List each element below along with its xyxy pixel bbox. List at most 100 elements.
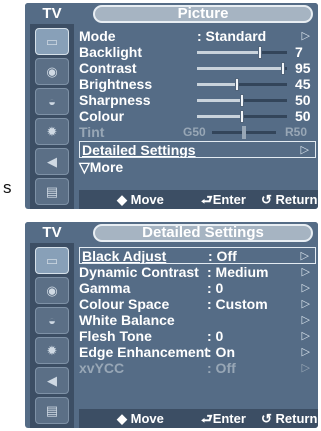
brightness-value: 45 — [295, 76, 311, 92]
sharpness-value: 50 — [295, 92, 311, 108]
flesh-tone-value: : 0 — [207, 328, 224, 344]
right-arrow-icon: ▷ — [301, 282, 310, 294]
colour-row[interactable]: Colour 50 — [79, 108, 316, 124]
right-arrow-icon: ▷ — [301, 330, 310, 342]
sound-icon[interactable]: ◉ — [35, 58, 69, 85]
right-arrow-icon: ▷ — [301, 266, 310, 278]
tv-label: TV — [42, 5, 62, 22]
sharpness-row[interactable]: Sharpness 50 — [79, 92, 316, 108]
slider-knob[interactable] — [242, 126, 246, 139]
tint-label: Tint — [79, 124, 105, 140]
dynamic-contrast-row[interactable]: Dynamic Contrast : Medium ▷ — [79, 264, 316, 280]
brightness-label: Brightness — [79, 76, 153, 92]
more-label: ▽More — [79, 159, 124, 175]
colour-slider[interactable] — [197, 110, 287, 123]
white-balance-row[interactable]: White Balance ▷ — [79, 312, 316, 328]
more-row[interactable]: ▽More — [79, 159, 316, 175]
xvycc-row[interactable]: xvYCC : Off ▷ — [79, 360, 316, 376]
colour-space-label: Colour Space — [79, 296, 170, 312]
mode-value: : Standard — [197, 28, 267, 44]
help-bar: ◆ Move ⮐Enter ↺ Return — [79, 190, 318, 209]
sound-icon[interactable]: ◉ — [35, 277, 69, 304]
tint-g-value: G50 — [183, 125, 206, 139]
channel-icon[interactable]: ◒ — [35, 88, 69, 115]
contrast-slider[interactable] — [197, 62, 287, 75]
black-adjust-label: Black Adjust — [82, 248, 167, 264]
right-arrow-icon: ▷ — [301, 314, 310, 326]
right-arrow-icon: ▷ — [301, 362, 310, 374]
flesh-tone-label: Flesh Tone — [79, 328, 152, 344]
backlight-row[interactable]: Backlight 7 — [79, 44, 316, 60]
brightness-row[interactable]: Brightness 45 — [79, 76, 316, 92]
tint-r-value: R50 — [285, 125, 308, 139]
application-icon[interactable]: ▤ — [35, 178, 69, 205]
black-adjust-value: : Off — [208, 248, 237, 264]
contrast-row[interactable]: Contrast 95 — [79, 60, 316, 76]
tint-row[interactable]: Tint G50 R50 — [79, 124, 316, 140]
backlight-value: 7 — [295, 44, 303, 60]
menu-title: Detailed Settings — [93, 224, 313, 242]
colour-space-row[interactable]: Colour Space : Custom ▷ — [79, 296, 316, 312]
gamma-row[interactable]: Gamma : 0 ▷ — [79, 280, 316, 296]
detailed-settings-label: Detailed Settings — [82, 142, 196, 158]
detailed-settings-menu: TV Detailed Settings ▭ ◉ ◒ ✹ ◀ ▤ Black A… — [25, 222, 318, 428]
dynamic-contrast-label: Dynamic Contrast — [79, 264, 199, 280]
gamma-label: Gamma — [79, 280, 131, 296]
sharpness-slider[interactable] — [197, 94, 287, 107]
category-icons: ▭ ◉ ◒ ✹ ◀ ▤ — [30, 24, 74, 209]
mode-label: Mode — [79, 28, 116, 44]
dynamic-contrast-value: : Medium — [207, 264, 269, 280]
input-icon[interactable]: ◀ — [35, 367, 69, 394]
contrast-label: Contrast — [79, 60, 137, 76]
edge-enhancement-label: Edge Enhancement — [79, 344, 209, 360]
picture-icon[interactable]: ▭ — [35, 28, 69, 55]
channel-icon[interactable]: ◒ — [35, 307, 69, 334]
enter-hint: ⮐Enter — [201, 411, 246, 426]
setup-icon[interactable]: ✹ — [35, 118, 69, 145]
xvycc-label: xvYCC — [79, 360, 125, 376]
menu-title: Picture — [93, 5, 313, 23]
right-arrow-icon: ▷ — [301, 298, 310, 310]
move-hint: ◆ Move — [117, 192, 164, 207]
move-hint: ◆ Move — [117, 411, 164, 426]
detailed-settings-list: Black Adjust : Off ▷ Dynamic Contrast : … — [79, 247, 316, 397]
gamma-value: : 0 — [207, 280, 224, 296]
tint-slider[interactable] — [212, 126, 276, 139]
colour-value: 50 — [295, 108, 311, 124]
sharpness-label: Sharpness — [79, 92, 151, 108]
application-icon[interactable]: ▤ — [35, 397, 69, 424]
setup-icon[interactable]: ✹ — [35, 337, 69, 364]
slider-knob[interactable] — [258, 46, 262, 59]
colour-label: Colour — [79, 108, 125, 124]
white-balance-label: White Balance — [79, 312, 175, 328]
picture-settings-list: Mode : Standard ▷ Backlight 7 Contrast 9… — [79, 28, 316, 178]
right-arrow-icon: ▷ — [300, 144, 309, 156]
detailed-settings-row[interactable]: Detailed Settings ▷ — [79, 141, 316, 158]
return-hint: ↺ Return — [261, 192, 318, 207]
return-hint: ↺ Return — [261, 411, 318, 426]
input-icon[interactable]: ◀ — [35, 148, 69, 175]
right-arrow-icon: ▷ — [301, 30, 310, 42]
side-label: s — [3, 178, 12, 197]
mode-row[interactable]: Mode : Standard ▷ — [79, 28, 316, 44]
slider-knob[interactable] — [281, 62, 285, 75]
slider-knob[interactable] — [240, 94, 244, 107]
edge-enhancement-row[interactable]: Edge Enhancement : On ▷ — [79, 344, 316, 360]
picture-icon[interactable]: ▭ — [35, 247, 69, 274]
flesh-tone-row[interactable]: Flesh Tone : 0 ▷ — [79, 328, 316, 344]
slider-knob[interactable] — [240, 110, 244, 123]
brightness-slider[interactable] — [197, 78, 287, 91]
slider-knob[interactable] — [235, 78, 239, 91]
menu-header: TV Picture — [25, 3, 318, 24]
right-arrow-icon: ▷ — [301, 346, 310, 358]
menu-header: TV Detailed Settings — [25, 222, 318, 243]
xvycc-value: : Off — [207, 360, 236, 376]
backlight-slider[interactable] — [197, 46, 287, 59]
picture-menu: TV Picture ▭ ◉ ◒ ✹ ◀ ▤ Mode : Standard ▷… — [25, 3, 318, 209]
contrast-value: 95 — [295, 60, 311, 76]
help-bar: ◆ Move ⮐Enter ↺ Return — [79, 409, 318, 428]
backlight-label: Backlight — [79, 44, 143, 60]
black-adjust-row[interactable]: Black Adjust : Off ▷ — [79, 247, 316, 264]
edge-enhancement-value: : On — [207, 344, 235, 360]
tv-label: TV — [42, 224, 62, 241]
